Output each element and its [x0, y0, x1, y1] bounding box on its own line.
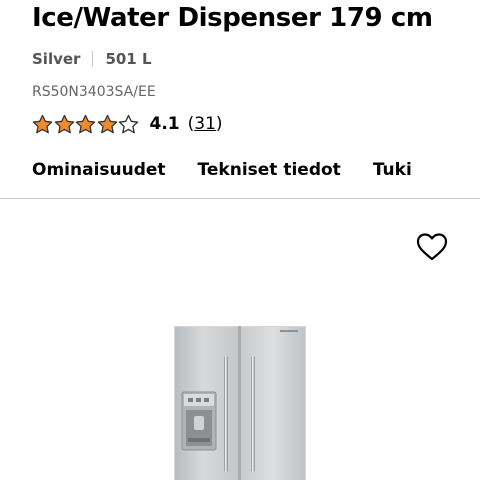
- refrigerator-image: [174, 326, 306, 480]
- product-tabs: Ominaisuudet Tekniset tiedot Tuki: [32, 160, 412, 180]
- rating: 4.1 (31): [32, 114, 223, 134]
- tab-specifications[interactable]: Tekniset tiedot: [198, 160, 341, 180]
- rating-value: 4.1: [149, 114, 180, 134]
- review-count-close-paren: ): [215, 114, 223, 134]
- tab-features[interactable]: Ominaisuudet: [32, 160, 166, 180]
- product-specs: Silver 501 L: [32, 50, 152, 68]
- color-label: Silver: [32, 50, 81, 68]
- model-code: RS50N3403SA/EE: [32, 84, 156, 100]
- star-icon: [75, 114, 96, 134]
- spec-divider: [92, 51, 94, 67]
- rating-stars: [32, 114, 140, 134]
- product-title: Ice/Water Dispenser 179 cm: [32, 3, 433, 33]
- star-icon: [32, 114, 53, 134]
- tabs-divider: [0, 198, 480, 199]
- review-count-link[interactable]: 31: [194, 114, 216, 134]
- star-icon: [97, 114, 117, 134]
- review-count[interactable]: (31): [188, 114, 223, 134]
- star-icon: [118, 114, 139, 134]
- star-icon: [54, 114, 74, 134]
- tab-support[interactable]: Tuki: [373, 160, 412, 180]
- capacity-label: 501 L: [105, 50, 152, 68]
- heart-outline-icon[interactable]: [416, 232, 448, 262]
